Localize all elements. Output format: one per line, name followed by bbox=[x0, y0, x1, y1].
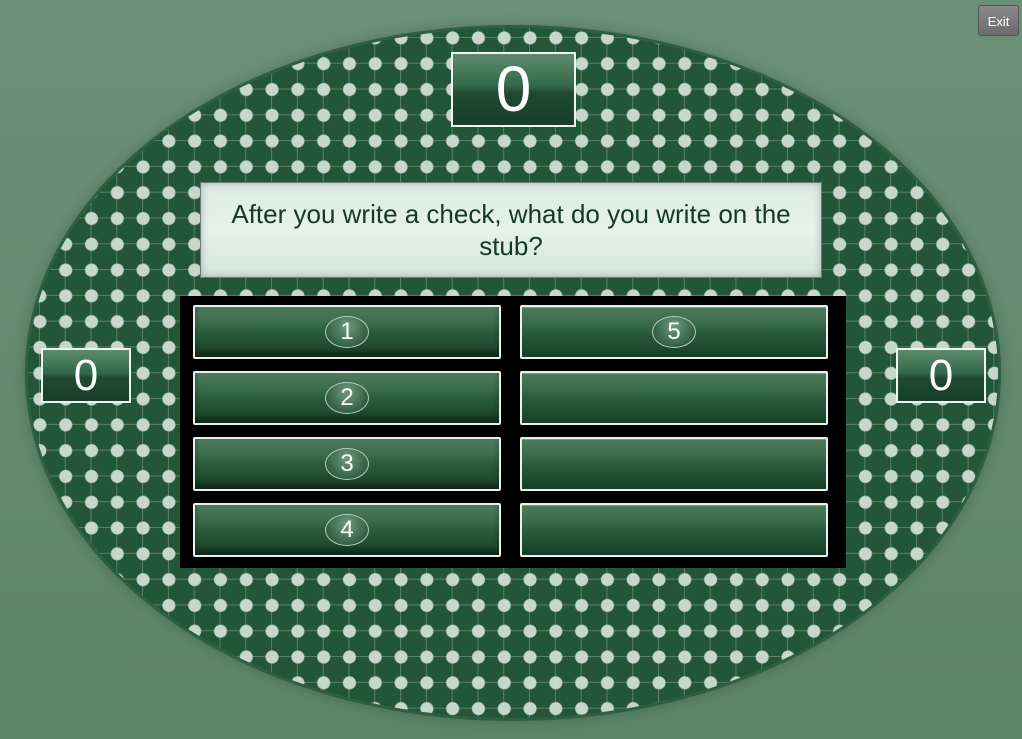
answer-number-5: 5 bbox=[652, 316, 696, 348]
answer-slot-1[interactable]: 1 bbox=[193, 305, 501, 359]
round-score: 0 bbox=[451, 52, 576, 127]
answer-number-4: 4 bbox=[325, 514, 369, 546]
question-text: After you write a check, what do you wri… bbox=[231, 199, 791, 261]
exit-button[interactable]: Exit bbox=[978, 5, 1019, 36]
answer-number-2: 2 bbox=[325, 382, 369, 414]
answer-slot-5[interactable]: 5 bbox=[520, 305, 828, 359]
answer-board: 1 2 3 4 5 bbox=[180, 296, 846, 568]
answer-slot-empty-8 bbox=[520, 503, 828, 557]
answer-slot-2[interactable]: 2 bbox=[193, 371, 501, 425]
answer-slot-4[interactable]: 4 bbox=[193, 503, 501, 557]
team-left-score: 0 bbox=[41, 348, 131, 403]
answer-slot-empty-7 bbox=[520, 437, 828, 491]
answer-slot-empty-6 bbox=[520, 371, 828, 425]
team-right-score: 0 bbox=[896, 348, 986, 403]
question-box: After you write a check, what do you wri… bbox=[200, 182, 822, 278]
answer-slot-3[interactable]: 3 bbox=[193, 437, 501, 491]
answer-number-1: 1 bbox=[325, 316, 369, 348]
answer-number-3: 3 bbox=[325, 448, 369, 480]
